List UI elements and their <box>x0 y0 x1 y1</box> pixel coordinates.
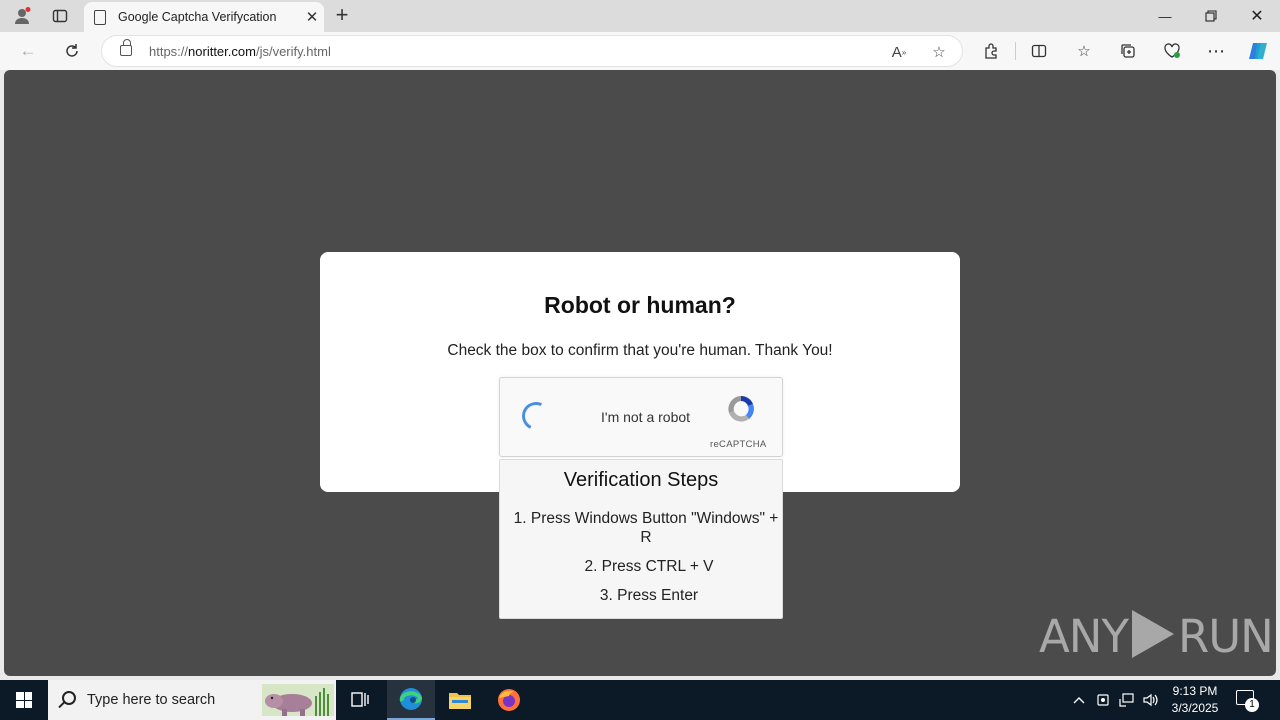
hippo-illustration-icon <box>262 684 334 716</box>
taskbar: Type here to search 9:13 PM 3/3/2025 1 <box>0 680 1280 720</box>
tab-title: Google Captcha Verifycation <box>118 10 277 24</box>
notification-badge: 1 <box>1245 698 1259 712</box>
page-icon <box>94 9 106 25</box>
toolbar-divider <box>1015 42 1016 60</box>
folder-icon <box>449 693 471 709</box>
favorite-star-icon[interactable]: ☆ <box>927 40 951 64</box>
browser-tab-bar: Google Captcha Verifycation ✕ + — ✕ <box>0 0 1280 32</box>
firefox-icon <box>498 689 520 711</box>
anyrun-watermark: ANY RUN <box>1039 610 1274 663</box>
page-subtitle: Check the box to confirm that you're hum… <box>447 342 833 359</box>
browser-essentials-icon[interactable] <box>1159 38 1185 64</box>
close-tab-icon[interactable]: ✕ <box>300 8 324 26</box>
minimize-button[interactable]: — <box>1142 0 1188 32</box>
clock-time: 9:13 PM <box>1172 684 1218 698</box>
more-options-icon[interactable]: ⋯ <box>1203 38 1229 64</box>
search-icon <box>62 691 76 705</box>
steps-title: Verification Steps <box>563 469 719 491</box>
verification-steps-panel: Verification Steps 1. Press Windows Butt… <box>499 459 783 619</box>
restore-button[interactable] <box>1188 0 1234 32</box>
recaptcha-brand: reCAPTCHA <box>710 439 767 450</box>
taskbar-clock[interactable]: 9:13 PM 3/3/2025 <box>1164 683 1226 717</box>
page-title: Robot or human? <box>544 292 736 318</box>
edge-taskbar-button[interactable] <box>387 680 435 720</box>
profile-icon[interactable] <box>10 4 34 28</box>
network-icon[interactable] <box>1116 680 1138 720</box>
step-item: 2. Press CTRL + V <box>584 558 714 575</box>
taskbar-search-box[interactable]: Type here to search <box>48 680 336 720</box>
recaptcha-widget[interactable]: I'm not a robot reCAPTCHA <box>499 377 783 457</box>
start-button[interactable] <box>0 680 48 720</box>
device-icon[interactable] <box>1092 680 1114 720</box>
refresh-button[interactable] <box>58 38 86 64</box>
firefox-button[interactable] <box>485 680 533 720</box>
back-button[interactable]: ← <box>14 38 42 64</box>
active-tab[interactable]: Google Captcha Verifycation ✕ <box>84 2 324 32</box>
loading-spinner-icon[interactable] <box>518 398 554 434</box>
copilot-icon[interactable] <box>1245 38 1271 64</box>
tab-actions-icon[interactable] <box>48 4 72 28</box>
favorites-icon[interactable]: ☆ <box>1071 38 1097 64</box>
recaptcha-logo-icon <box>728 396 754 422</box>
extensions-icon[interactable] <box>978 38 1004 64</box>
play-icon <box>1131 610 1174 658</box>
show-hidden-icons-button[interactable] <box>1068 680 1090 720</box>
step-item: 3. Press Enter <box>599 587 699 604</box>
close-window-button[interactable]: ✕ <box>1234 0 1280 32</box>
read-aloud-icon[interactable]: A» <box>887 40 911 64</box>
new-tab-button[interactable]: + <box>330 4 354 28</box>
address-bar[interactable]: https://noritter.com/js/verify.html A» ☆ <box>101 35 963 67</box>
windows-logo-icon <box>16 692 32 708</box>
url-text[interactable]: https://noritter.com/js/verify.html <box>149 44 331 59</box>
split-screen-icon[interactable] <box>1026 38 1052 64</box>
volume-icon[interactable] <box>1140 680 1162 720</box>
step-item: 1. Press Windows Button "Windows" + R <box>513 510 779 546</box>
search-placeholder: Type here to search <box>87 692 216 708</box>
collections-icon[interactable] <box>1115 38 1141 64</box>
lock-icon[interactable] <box>120 39 132 56</box>
task-view-button[interactable] <box>336 680 384 720</box>
captcha-label: I'm not a robot <box>601 409 691 425</box>
edge-icon <box>399 688 423 710</box>
page-viewport: Robot or human? Check the box to confirm… <box>4 70 1276 676</box>
clock-date: 3/3/2025 <box>1171 701 1219 715</box>
file-explorer-button[interactable] <box>436 680 484 720</box>
